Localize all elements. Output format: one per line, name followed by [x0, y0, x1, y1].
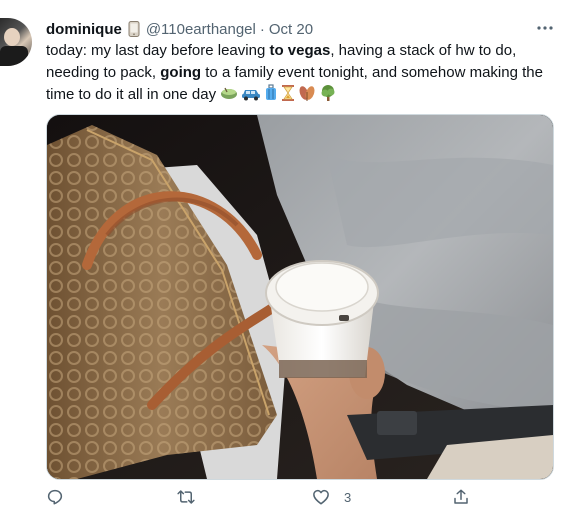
like-count: 3 — [344, 489, 352, 505]
retweet-icon — [177, 490, 195, 504]
reply-button[interactable] — [46, 488, 78, 506]
photo-coffee-cup-bag — [47, 115, 553, 479]
tweet-actions: 3 — [46, 486, 526, 514]
tweet-text-bold: to vegas — [269, 42, 331, 59]
reply-icon — [47, 489, 63, 505]
author-name[interactable]: dominique — [46, 21, 122, 38]
hourglass-icon — [282, 85, 295, 101]
author-handle[interactable]: @110earthangel — [146, 21, 256, 38]
separator-dot: · — [259, 20, 265, 38]
tweet-text: today: my last day before leaving to veg… — [46, 40, 556, 106]
tweet-photo[interactable] — [46, 114, 554, 480]
tweet-header: dominique @110earthangel · Oct 20 — [46, 19, 556, 39]
share-icon — [454, 489, 468, 504]
heart-icon — [313, 489, 329, 505]
avatar-face — [4, 28, 20, 46]
avatar[interactable] — [0, 18, 32, 66]
car-icon — [242, 90, 261, 101]
tweet-date[interactable]: Oct 20 — [269, 21, 313, 38]
emoji-row — [220, 84, 337, 102]
share-button[interactable] — [452, 488, 484, 506]
avatar-body — [0, 46, 28, 66]
retweet-button[interactable] — [176, 488, 210, 506]
tree-icon — [321, 85, 335, 101]
like-button[interactable]: 3 — [312, 488, 351, 506]
suitcase-icon — [266, 84, 277, 100]
tweet-text-bold: going — [160, 64, 202, 81]
more-options-icon[interactable] — [534, 17, 556, 39]
matcha-icon — [221, 87, 238, 99]
phone-emoji-icon — [128, 21, 140, 37]
leaves-icon — [299, 86, 315, 101]
tweet-text-part: today: my last day before leaving — [46, 42, 270, 59]
